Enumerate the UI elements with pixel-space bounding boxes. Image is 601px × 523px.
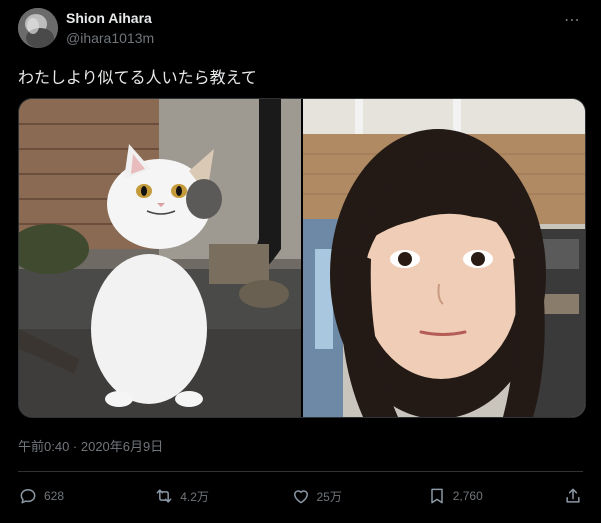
cat-photo xyxy=(19,99,301,417)
reply-count: 628 xyxy=(44,489,65,503)
bookmark-icon xyxy=(431,488,443,504)
heart-icon xyxy=(293,490,308,504)
more-options-icon[interactable]: ⋯ xyxy=(564,10,581,30)
retweet-button[interactable]: 4.2万 xyxy=(154,486,214,506)
avatar[interactable] xyxy=(18,8,58,48)
like-count: 25万 xyxy=(316,489,342,504)
handle[interactable]: @ihara1013m xyxy=(66,30,154,46)
tweet-header: Shion Aihara @ihara1013m ⋯ xyxy=(18,8,587,52)
tweet-card: Shion Aihara @ihara1013m ⋯ わたしより似てる人いたら教… xyxy=(0,0,601,523)
tweet-timestamp[interactable]: 午前0:40 · 2020年6月9日 xyxy=(18,436,163,455)
reply-icon xyxy=(20,489,36,504)
reply-button[interactable]: 628 xyxy=(18,486,78,506)
bookmark-count: 2,760 xyxy=(452,489,483,503)
retweet-count: 4.2万 xyxy=(180,489,209,504)
share-icon xyxy=(566,488,580,503)
media-person-photo[interactable] xyxy=(303,99,585,417)
display-name[interactable]: Shion Aihara xyxy=(66,10,152,26)
like-button[interactable]: 25万 xyxy=(291,486,351,506)
person-photo xyxy=(303,99,585,417)
retweet-icon xyxy=(156,489,172,503)
bookmark-button[interactable]: 2,760 xyxy=(427,486,487,506)
share-button[interactable] xyxy=(563,486,583,506)
avatar-image xyxy=(18,8,58,48)
tweet-text: わたしより似てる人いたら教えて xyxy=(18,70,257,87)
media-grid xyxy=(18,98,586,418)
action-bar: 628 4.2万 25万 2,760 xyxy=(18,482,583,510)
divider xyxy=(18,471,583,472)
media-cat-photo[interactable] xyxy=(19,99,301,417)
